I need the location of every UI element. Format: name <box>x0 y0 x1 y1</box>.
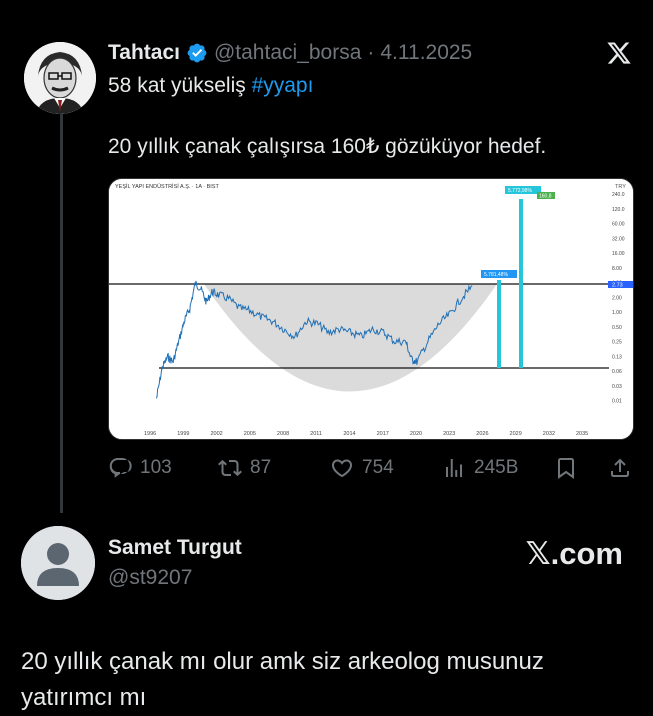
default-avatar-icon <box>21 526 95 600</box>
author-handle[interactable]: @tahtaci_borsa <box>214 41 361 65</box>
x-com-watermark: 𝕏.com <box>525 536 623 571</box>
chart-title: YEŞİL YAPI ENDÜSTRİSİ A.Ş. · 1A · BIST <box>115 183 219 190</box>
y-tick-label: 240.0 <box>612 192 625 198</box>
tweet-text-prefix: 58 kat yükseliş <box>108 74 252 97</box>
x-tick-label: 2008 <box>277 431 289 437</box>
price-chart: YEŞİL YAPI ENDÜSTRİSİ A.Ş. · 1A · BIST T… <box>109 179 633 439</box>
share-button[interactable] <box>608 456 632 480</box>
verified-badge-icon <box>187 43 207 63</box>
x-tick-label: 2002 <box>210 431 222 437</box>
reply-avatar[interactable] <box>21 526 95 600</box>
tweet-text-line-2: 20 yıllık çanak çalışırsa 160₺ gözüküyor… <box>108 135 547 158</box>
reply-icon <box>109 458 132 478</box>
x-tick-label: 2017 <box>377 431 389 437</box>
y-tick-label: 0.01 <box>612 399 622 405</box>
bookmark-icon <box>558 458 574 479</box>
reply-display-name[interactable]: Samet Turgut <box>108 536 242 560</box>
reply-count: 103 <box>140 457 172 478</box>
reply-button[interactable]: 103 <box>108 456 172 480</box>
x-tick-label: 2029 <box>510 431 522 437</box>
x-tick-label: 2032 <box>543 431 555 437</box>
x-tick-label: 2035 <box>576 431 588 437</box>
y-tick-label: 32.00 <box>612 236 625 242</box>
like-button[interactable]: 754 <box>330 456 394 480</box>
reply-handle[interactable]: @st9207 <box>108 566 192 590</box>
author-display-name[interactable]: Tahtacı <box>108 41 180 65</box>
share-icon <box>611 458 629 477</box>
x-tick-label: 1996 <box>144 431 156 437</box>
chart-image[interactable]: YEŞİL YAPI ENDÜSTRİSİ A.Ş. · 1A · BIST T… <box>108 178 634 440</box>
y-tick-label: 8.00 <box>612 266 622 272</box>
y-tick-label: 0.13 <box>612 354 622 360</box>
tweet-text-line-1: 58 kat yükseliş #yyapı <box>108 74 313 98</box>
views-count: 245B <box>474 457 519 478</box>
annotation-label-1: 5.781,48% <box>484 272 508 278</box>
like-count: 754 <box>362 457 394 478</box>
y-tick-label: 1.00 <box>612 310 622 316</box>
x-logo-icon[interactable] <box>606 40 632 66</box>
y-tick-label: 0.06 <box>612 369 622 375</box>
views-bar-chart-icon <box>446 459 462 477</box>
repost-icon <box>218 459 242 477</box>
x-tick-label: 2011 <box>310 431 322 437</box>
y-tick-label: 60.00 <box>612 222 625 228</box>
x-tick-label: 2014 <box>343 431 355 437</box>
reply-text: 20 yıllık çanak mı olur amk siz arkeolog… <box>21 648 544 711</box>
resistance-price-label: 2.73 <box>612 283 623 289</box>
repost-button[interactable]: 87 <box>218 456 271 480</box>
projection-bar-2 <box>519 199 523 368</box>
x-tick-label: 2023 <box>443 431 455 437</box>
tweet-date[interactable]: 4.11.2025 <box>380 41 472 65</box>
heart-icon <box>331 459 353 478</box>
y-tick-label: 0.25 <box>612 340 622 346</box>
y-tick-label: 120.0 <box>612 207 625 213</box>
y-tick-label: 0.03 <box>612 384 622 390</box>
annotation-label-3: 160,8 <box>539 194 552 200</box>
header-separator: · <box>367 41 375 64</box>
x-tick-label: 2005 <box>244 431 256 437</box>
author-avatar[interactable] <box>24 42 96 114</box>
hashtag-link[interactable]: #yyapı <box>252 74 314 97</box>
tweet-action-bar: 103 87 754 245B <box>108 456 634 482</box>
views-button[interactable]: 245B <box>442 456 518 480</box>
bookmark-button[interactable] <box>554 456 578 480</box>
y-tick-label: 0.50 <box>612 325 622 331</box>
thread-connector-line <box>60 108 63 513</box>
projection-bar-1 <box>497 280 501 368</box>
x-tick-label: 2020 <box>410 431 422 437</box>
y-tick-label: 2.00 <box>612 295 622 301</box>
y-tick-label: 16.00 <box>612 251 625 257</box>
repost-count: 87 <box>250 457 272 478</box>
x-tick-label: 2026 <box>476 431 488 437</box>
x-tick-label: 1999 <box>177 431 189 437</box>
currency-label: TRY <box>615 184 626 190</box>
annotation-label-2: 5.772,98% <box>508 188 532 194</box>
tweet-header: Tahtacı @tahtaci_borsa · 4.11.2025 <box>108 38 472 68</box>
